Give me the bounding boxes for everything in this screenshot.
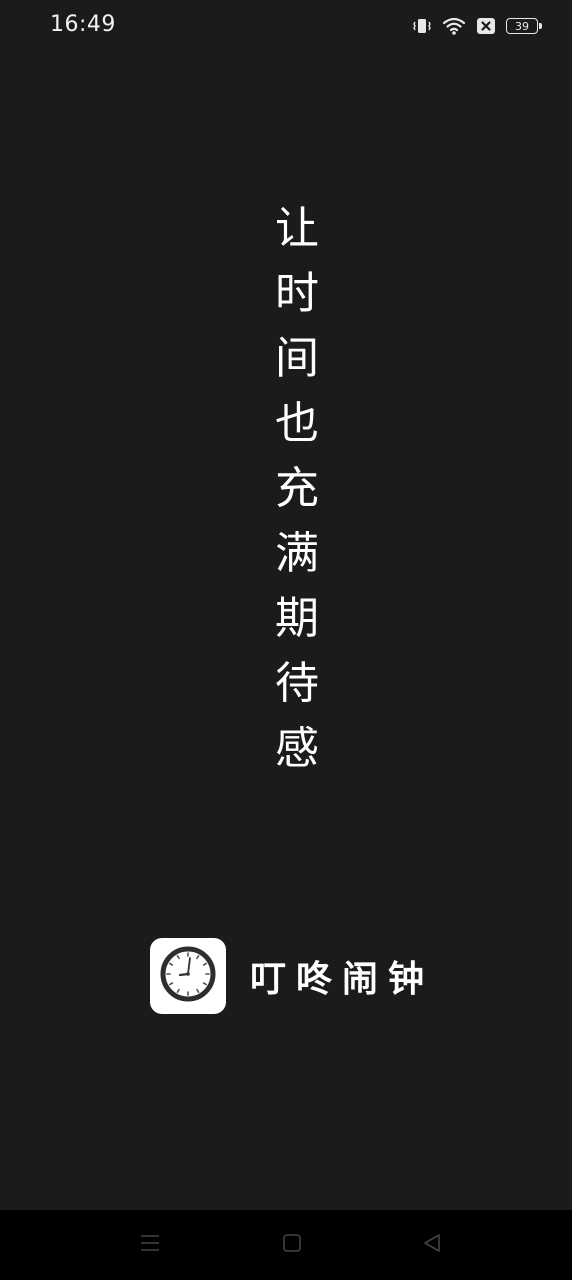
slogan: 让 时 间 也 充 满 期 待 感 [0,196,572,781]
vibrate-icon [412,16,432,36]
slogan-char: 也 [275,398,319,449]
status-icons: 39 [412,14,542,38]
battery-icon: 39 [506,18,542,34]
slogan-char: 满 [275,528,319,579]
slogan-char: 充 [275,463,319,514]
wifi-icon [442,16,466,36]
slogan-char: 时 [275,268,319,319]
slogan-char: 间 [275,333,319,384]
slogan-char: 让 [275,203,319,254]
back-button[interactable] [419,1232,445,1258]
app-name: 叮咚闹钟 [250,959,435,1000]
clock-icon [159,945,217,1007]
menu-icon [138,1231,162,1259]
home-icon [280,1231,304,1259]
home-button[interactable] [279,1232,305,1258]
app-brand: 叮咚闹钟 [150,938,434,1014]
app-logo [150,938,226,1014]
status-time: 16:49 [50,12,116,37]
navigation-bar [0,1210,572,1280]
splash-screen: 16:49 39 让 时 间 也 充 满 期 待 感 叮咚闹钟 [0,0,572,1280]
menu-button[interactable] [137,1232,163,1258]
slogan-char: 待 [275,658,319,709]
battery-level: 39 [515,19,529,33]
status-bar: 16:49 39 [0,0,572,52]
slogan-char: 感 [275,723,319,774]
back-icon [420,1231,444,1259]
slogan-char: 期 [275,593,319,644]
no-sim-icon [476,17,496,35]
